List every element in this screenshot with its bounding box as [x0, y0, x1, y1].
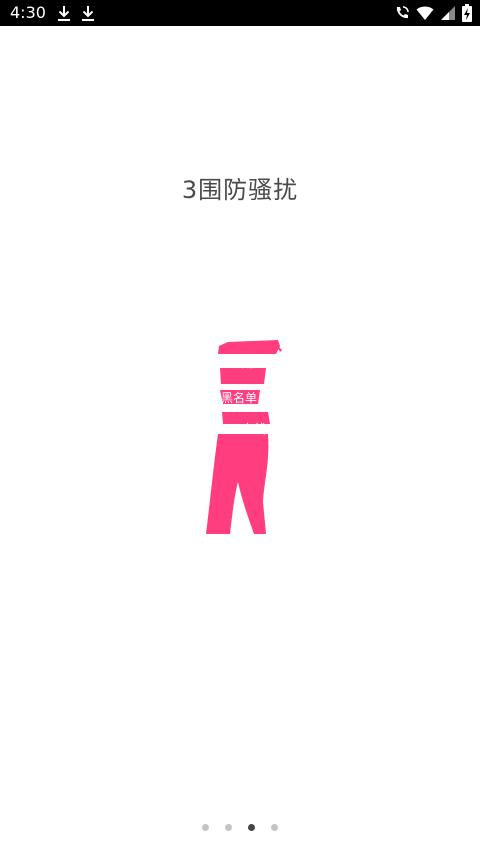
figure-label-1: 全屏蔽 [222, 356, 259, 370]
page-dot[interactable] [202, 824, 209, 831]
figure-illustration: 全屏蔽 黑名单 VIP专线 [190, 332, 290, 542]
figure-label-2: 黑名单 [221, 391, 258, 405]
status-icons [394, 3, 472, 23]
status-time: 4:30 [10, 3, 46, 22]
page-dot[interactable] [225, 824, 232, 831]
wifi-call-icon [394, 5, 410, 21]
download-icon [56, 4, 72, 22]
onboarding-title: 3围防骚扰 [181, 176, 299, 204]
status-bar: 4:30 [0, 0, 480, 26]
page-dot[interactable] [271, 824, 278, 831]
page-indicator [0, 824, 480, 834]
signal-icon [440, 5, 456, 21]
wifi-icon [416, 5, 434, 21]
battery-charging-icon [462, 4, 472, 22]
download-icon [80, 4, 96, 22]
figure-label-3: VIP专线 [223, 422, 266, 436]
page-dot-active[interactable] [248, 824, 255, 831]
